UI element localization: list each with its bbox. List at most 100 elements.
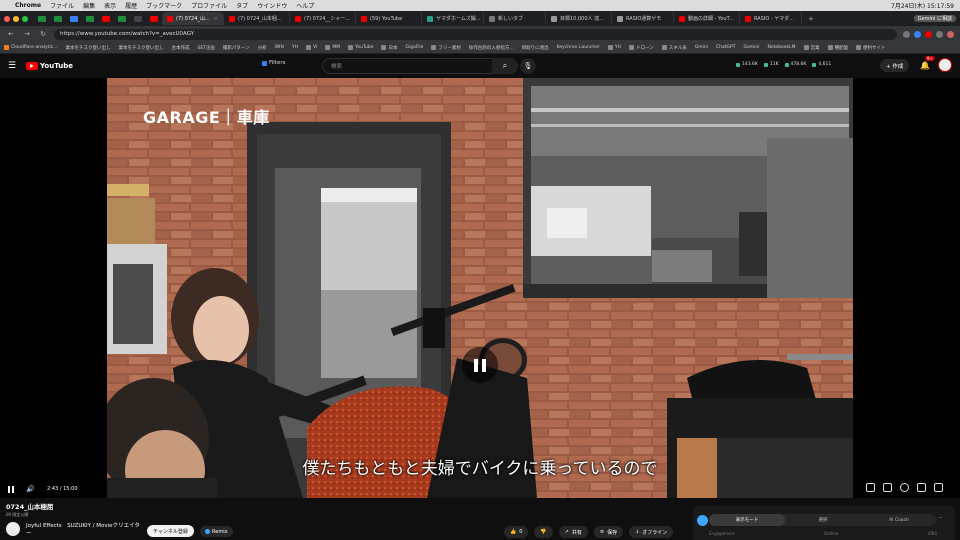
clock[interactable]: 7月24日(木) 15:17:59 xyxy=(891,1,954,10)
hamburger-menu-icon[interactable]: ☰ xyxy=(8,61,22,71)
menu-item[interactable]: タブ xyxy=(236,1,248,10)
bookmark-folder[interactable]: MM xyxy=(325,45,340,50)
menu-item[interactable]: 表示 xyxy=(104,1,116,10)
close-tab-icon[interactable]: × xyxy=(214,16,218,22)
profile-avatar-icon[interactable] xyxy=(947,30,954,38)
channel-name[interactable]: Joyful Effects SUZUKIY / Movieクリエイター xyxy=(26,522,144,538)
bookmark-folder[interactable]: フリー素材 xyxy=(431,45,461,51)
side-panel-icon[interactable] xyxy=(697,515,708,526)
app-name[interactable]: Chrome xyxy=(15,2,41,9)
browser-tab[interactable]: RASIO - ヤマダ... xyxy=(740,12,802,25)
pinned-tab[interactable] xyxy=(66,13,82,24)
bookmark[interactable]: Gmini xyxy=(695,45,708,50)
menu-item[interactable]: ウインドウ xyxy=(257,1,287,10)
bookmark-folder[interactable]: 営業 xyxy=(803,45,820,51)
pinned-tab[interactable] xyxy=(114,13,130,24)
pinned-tab[interactable] xyxy=(146,13,162,24)
bookmark[interactable]: YH xyxy=(292,45,298,50)
browser-tab[interactable]: (7) 0724_山本梱... xyxy=(224,12,290,25)
back-icon[interactable]: ← xyxy=(6,30,16,38)
bookmark[interactable]: Keychron Launcher xyxy=(557,45,600,50)
bookmark-folder[interactable]: ドローン xyxy=(629,45,654,51)
menu-item[interactable]: 編集 xyxy=(83,1,95,10)
pinned-tab[interactable] xyxy=(82,13,98,24)
bookmark[interactable]: Cloudflare analytic... xyxy=(4,45,57,50)
browser-tab[interactable]: (7) 0724__シャー... xyxy=(290,12,356,25)
extension-icon[interactable] xyxy=(936,30,943,38)
bookmark[interactable]: 業本をチスク登い出し xyxy=(118,45,163,51)
forward-icon[interactable]: → xyxy=(22,30,32,38)
pinned-tab[interactable] xyxy=(50,13,66,24)
pinned-tab[interactable] xyxy=(98,13,114,24)
menu-item[interactable]: ブックマーク xyxy=(146,1,182,10)
bookmark[interactable]: 台本作成 xyxy=(171,45,189,51)
browser-tab[interactable]: (7) 0724_山... × xyxy=(162,12,224,25)
tab-selection[interactable]: 選択 xyxy=(785,514,861,526)
search-input[interactable]: 検索 xyxy=(322,58,518,74)
volume-icon[interactable]: 🔊 xyxy=(26,482,35,496)
bookmark-folder[interactable]: YouTube xyxy=(348,45,373,50)
url-bar[interactable]: https://www.youtube.com/watch?v=_avecU0A… xyxy=(54,28,897,40)
browser-tab[interactable]: ヤマダホームズ鍛... xyxy=(422,12,484,25)
bookmark[interactable]: Gemini xyxy=(743,45,759,50)
bookmark[interactable]: 目取りに適出 xyxy=(522,45,549,51)
tab-display-mode[interactable]: 表示モード xyxy=(709,514,785,526)
tab-ai-coach[interactable]: AI Coach xyxy=(861,514,937,526)
bookmark[interactable]: GigaFile xyxy=(405,45,423,50)
voice-search-button[interactable]: 🎙 xyxy=(520,58,536,74)
captions-icon[interactable] xyxy=(866,483,875,492)
close-window-button[interactable] xyxy=(4,15,10,22)
save-button[interactable]: ≡ 保存 xyxy=(593,526,624,538)
subtitles-icon[interactable] xyxy=(883,483,892,492)
bookmark-folder[interactable]: 便利サイト xyxy=(856,45,886,51)
notifications-bell-icon[interactable]: 🔔 xyxy=(920,61,930,70)
bookmark[interactable]: 業本をチスク登い出し xyxy=(65,45,110,51)
browser-tab[interactable]: 目標10,000人 達... xyxy=(546,12,612,25)
bookmark-folder[interactable]: スキル表 xyxy=(661,45,687,51)
bookmark-folder[interactable]: VI xyxy=(306,45,317,50)
like-button[interactable]: 👍 0 xyxy=(504,526,529,538)
zoom-window-button[interactable] xyxy=(22,15,28,22)
video-player[interactable]: GARAGE｜車庫 僕たちもともと夫婦でバイクに乗っているので 🔊 2:43 /… xyxy=(0,78,960,498)
browser-tab[interactable]: RASIO通算ゲモ xyxy=(612,12,674,25)
share-button[interactable]: ↗ 共有 xyxy=(558,526,588,538)
browser-tab[interactable]: (59) YouTube xyxy=(356,12,422,25)
account-avatar[interactable] xyxy=(938,58,952,72)
channel-avatar[interactable] xyxy=(6,522,20,536)
dislike-button[interactable]: 👎 xyxy=(534,526,553,538)
play-pause-button[interactable] xyxy=(8,482,16,496)
search-button[interactable]: ⌕ xyxy=(492,58,518,74)
create-button[interactable]: + 作成 xyxy=(880,59,910,72)
reload-icon[interactable]: ↻ xyxy=(38,30,48,38)
subscribe-button[interactable]: チャンネル登録 xyxy=(147,525,194,537)
pinned-tab[interactable] xyxy=(34,13,50,24)
menu-item[interactable]: 履歴 xyxy=(125,1,137,10)
bookmark[interactable]: NotebookLM xyxy=(767,45,795,50)
bookmark-folder[interactable]: 日本 xyxy=(381,45,397,51)
bookmark[interactable]: WIN xyxy=(275,45,284,50)
bookmark-folder[interactable]: YH xyxy=(607,45,621,50)
filters-button[interactable]: Filters xyxy=(262,60,286,66)
extension-icon[interactable] xyxy=(914,30,921,38)
bookmark[interactable]: 分析 xyxy=(258,45,267,51)
menu-item[interactable]: ヘルプ xyxy=(296,1,314,10)
theater-mode-icon[interactable] xyxy=(917,483,926,492)
bookmark[interactable]: 採作台詞の入替指方... xyxy=(469,45,514,51)
youtube-logo[interactable]: YouTube xyxy=(26,62,73,70)
download-button[interactable]: ↓ オフライン xyxy=(629,526,674,538)
new-tab-button[interactable]: + xyxy=(802,15,820,23)
bookmark[interactable]: SET企画 xyxy=(197,45,214,51)
browser-tab[interactable]: 動画の詳細 - YouT... xyxy=(674,12,740,25)
collapse-icon[interactable]: – xyxy=(939,514,942,521)
gemini-button[interactable]: Gemini に相談 xyxy=(913,15,956,22)
pinned-tab[interactable] xyxy=(130,13,146,24)
settings-gear-icon[interactable] xyxy=(900,483,909,492)
bookmark-folder[interactable]: 種配盤 xyxy=(827,45,848,51)
bookmark[interactable]: ChatGPT xyxy=(716,45,735,50)
video-frame[interactable]: GARAGE｜車庫 xyxy=(107,78,853,498)
remix-button[interactable]: Remix xyxy=(200,526,233,537)
extension-icon[interactable] xyxy=(925,30,932,38)
browser-tab[interactable]: 新しいタブ xyxy=(484,12,546,25)
minimize-window-button[interactable] xyxy=(13,15,19,22)
extension-icon[interactable] xyxy=(903,30,910,38)
